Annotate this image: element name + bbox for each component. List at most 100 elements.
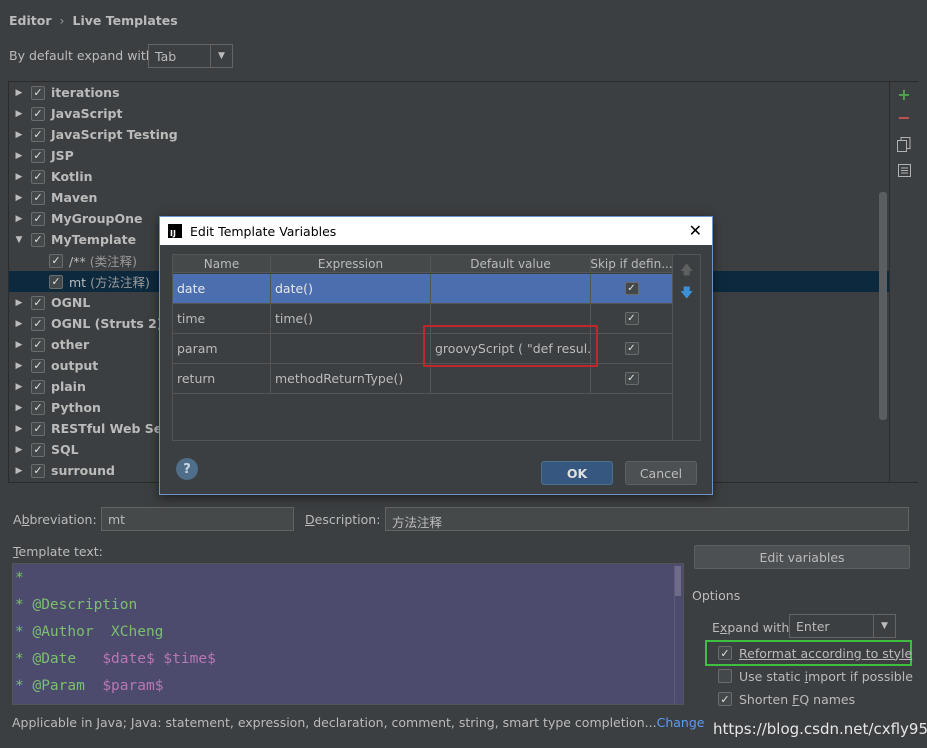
add-icon[interactable]: + (896, 85, 912, 104)
triangle-right-icon[interactable]: ▶ (14, 340, 24, 350)
cell-skip-if-defined[interactable]: ✓ (591, 304, 672, 333)
cell-expression[interactable] (271, 334, 431, 363)
edit-variables-button[interactable]: Edit variables (694, 545, 910, 569)
editor-scrollbar-thumb[interactable] (675, 566, 681, 596)
triangle-right-icon[interactable]: ▶ (14, 424, 24, 434)
template-line: * (15, 570, 24, 586)
template-checkbox[interactable]: ✓ (49, 274, 63, 289)
triangle-right-icon[interactable]: ▶ (14, 214, 24, 224)
template-checkbox[interactable]: ✓ (31, 127, 45, 142)
static-import-option[interactable]: Use static import if possible (718, 666, 913, 686)
template-checkbox[interactable]: ✓ (31, 421, 45, 436)
template-group[interactable]: ▶ ✓ JavaScript (9, 103, 889, 124)
default-expand-select[interactable]: Tab ▼ (148, 44, 233, 68)
template-group[interactable]: ▶ ✓ Kotlin (9, 166, 889, 187)
change-context-link[interactable]: Change (657, 715, 705, 730)
table-row[interactable]: return methodReturnType() ✓ (173, 364, 672, 394)
shorten-fq-checkbox[interactable]: ✓ (718, 692, 732, 706)
template-label: OGNL (Struts 2) (51, 316, 163, 331)
template-group[interactable]: ▶ ✓ JavaScript Testing (9, 124, 889, 145)
template-checkbox[interactable]: ✓ (49, 253, 63, 268)
template-checkbox[interactable]: ✓ (31, 85, 45, 100)
chevron-down-icon[interactable]: ▼ (210, 45, 232, 67)
copy-icon[interactable] (896, 136, 912, 152)
triangle-right-icon[interactable]: ▶ (14, 298, 24, 308)
triangle-right-icon[interactable]: ▶ (14, 382, 24, 392)
cell-default-value[interactable] (431, 274, 591, 303)
triangle-right-icon[interactable]: ▶ (14, 445, 24, 455)
restore-icon[interactable] (896, 162, 912, 178)
skip-checkbox[interactable]: ✓ (624, 282, 639, 295)
triangle-right-icon[interactable]: ▶ (14, 151, 24, 161)
template-label: /** (类注释) (69, 254, 137, 269)
template-checkbox[interactable]: ✓ (31, 358, 45, 373)
template-checkbox[interactable]: ✓ (31, 295, 45, 310)
chevron-down-icon[interactable]: ▼ (873, 615, 895, 637)
dialog-titlebar[interactable]: IJ Edit Template Variables ✕ (160, 217, 712, 245)
column-header-skip-if-defined[interactable]: Skip if defin... (591, 255, 672, 273)
close-icon[interactable]: ✕ (689, 221, 702, 240)
cell-skip-if-defined[interactable]: ✓ (591, 334, 672, 363)
triangle-right-icon[interactable]: ▶ (14, 88, 24, 98)
column-header-expression[interactable]: Expression (271, 255, 431, 273)
triangle-right-icon[interactable]: ▶ (14, 319, 24, 329)
abbreviation-input[interactable]: mt (101, 507, 294, 531)
template-checkbox[interactable]: ✓ (31, 337, 45, 352)
shorten-fq-option[interactable]: ✓ Shorten FQ names (718, 689, 855, 709)
triangle-down-icon[interactable]: ▼ (14, 235, 24, 245)
triangle-right-icon[interactable]: ▶ (14, 193, 24, 203)
cell-default-value[interactable] (431, 364, 591, 393)
template-group[interactable]: ▶ ✓ JSP (9, 145, 889, 166)
template-checkbox[interactable]: ✓ (31, 463, 45, 478)
template-checkbox[interactable]: ✓ (31, 211, 45, 226)
remove-icon[interactable]: − (896, 108, 912, 127)
cell-skip-if-defined[interactable]: ✓ (591, 274, 672, 303)
template-checkbox[interactable]: ✓ (31, 148, 45, 163)
cell-name[interactable]: time (173, 304, 271, 333)
static-import-checkbox[interactable] (718, 669, 732, 683)
cell-expression[interactable]: methodReturnType() (271, 364, 431, 393)
column-header-default-value[interactable]: Default value (431, 255, 591, 273)
cell-expression[interactable]: date() (271, 274, 431, 303)
template-group[interactable]: ▶ ✓ Maven (9, 187, 889, 208)
reformat-option[interactable]: ✓ Reformat according to style (718, 643, 912, 663)
description-input[interactable]: 方法注释 (385, 507, 909, 531)
move-up-icon[interactable]: 🡅 (680, 261, 693, 283)
reformat-checkbox[interactable]: ✓ (718, 646, 732, 660)
cell-skip-if-defined[interactable]: ✓ (591, 364, 672, 393)
cell-name[interactable]: date (173, 274, 271, 303)
tree-scrollbar[interactable] (879, 192, 887, 420)
triangle-right-icon[interactable]: ▶ (14, 361, 24, 371)
skip-checkbox[interactable]: ✓ (624, 342, 639, 355)
column-header-name[interactable]: Name (173, 255, 271, 273)
ok-button[interactable]: OK (541, 461, 613, 485)
triangle-right-icon[interactable]: ▶ (14, 130, 24, 140)
skip-checkbox[interactable]: ✓ (624, 312, 639, 325)
skip-checkbox[interactable]: ✓ (624, 372, 639, 385)
help-icon[interactable]: ? (176, 458, 198, 480)
triangle-right-icon[interactable]: ▶ (14, 172, 24, 182)
template-checkbox[interactable]: ✓ (31, 316, 45, 331)
cell-name[interactable]: return (173, 364, 271, 393)
breadcrumb-parent[interactable]: Editor (9, 13, 52, 28)
triangle-right-icon[interactable]: ▶ (14, 466, 24, 476)
applicable-text: Applicable in Java; Java: statement, exp… (12, 715, 657, 730)
template-text-editor[interactable]: * * @Description * @Author XCheng * @Date $… (12, 563, 684, 705)
template-checkbox[interactable]: ✓ (31, 400, 45, 415)
triangle-right-icon[interactable]: ▶ (14, 403, 24, 413)
template-group[interactable]: ▶ ✓ iterations (9, 82, 889, 103)
move-down-icon[interactable]: 🡇 (680, 284, 693, 306)
template-checkbox[interactable]: ✓ (31, 106, 45, 121)
table-row[interactable]: date date() ✓ (173, 274, 672, 304)
cancel-button[interactable]: Cancel (625, 461, 697, 485)
template-checkbox[interactable]: ✓ (31, 169, 45, 184)
template-checkbox[interactable]: ✓ (31, 190, 45, 205)
shorten-fq-label: Shorten FQ names (739, 691, 856, 707)
triangle-right-icon[interactable]: ▶ (14, 109, 24, 119)
expand-with-select[interactable]: Enter ▼ (789, 614, 896, 638)
template-checkbox[interactable]: ✓ (31, 379, 45, 394)
template-checkbox[interactable]: ✓ (31, 232, 45, 247)
cell-name[interactable]: param (173, 334, 271, 363)
cell-expression[interactable]: time() (271, 304, 431, 333)
template-checkbox[interactable]: ✓ (31, 442, 45, 457)
